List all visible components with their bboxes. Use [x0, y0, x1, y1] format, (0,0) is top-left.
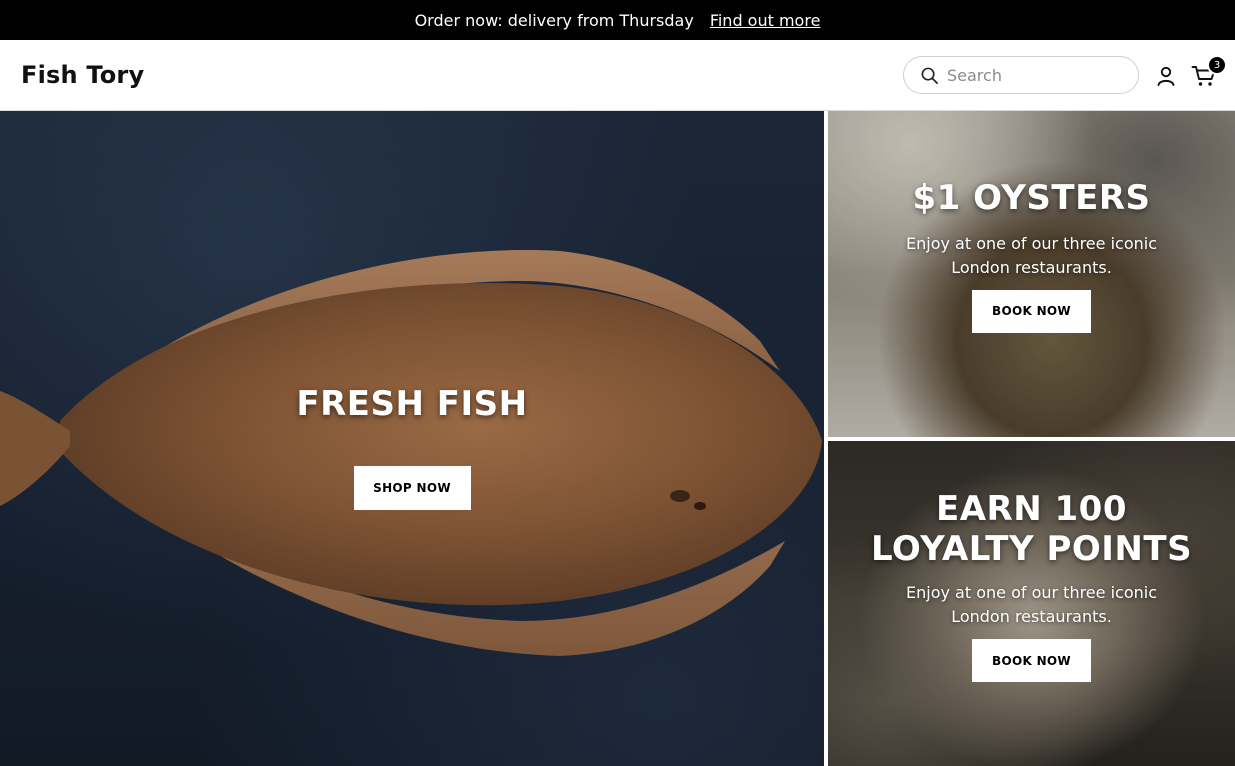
- book-now-loyalty-button[interactable]: BOOK NOW: [972, 639, 1091, 682]
- promo-loyalty-content: EARN 100 LOYALTY POINTS Enjoy at one of …: [828, 441, 1235, 766]
- promo-loyalty[interactable]: EARN 100 LOYALTY POINTS Enjoy at one of …: [828, 441, 1235, 766]
- promo-loyalty-text: Enjoy at one of our three iconic London …: [906, 583, 1157, 626]
- promo-oysters[interactable]: $1 OYSTERS Enjoy at one of our three ico…: [828, 111, 1235, 437]
- site-header: Fish Tory 3: [0, 40, 1235, 111]
- account-icon[interactable]: [1154, 64, 1178, 88]
- shop-now-button[interactable]: SHOP NOW: [353, 465, 471, 510]
- site-logo[interactable]: Fish Tory: [21, 61, 144, 89]
- book-now-oysters-button[interactable]: BOOK NOW: [972, 289, 1091, 333]
- promo-oysters-content: $1 OYSTERS Enjoy at one of our three ico…: [828, 111, 1235, 437]
- hero-fresh-fish[interactable]: FRESH FISH SHOP NOW: [0, 111, 824, 766]
- promo-loyalty-title: EARN 100 LOYALTY POINTS: [870, 489, 1193, 569]
- promo-oysters-title: $1 OYSTERS: [912, 177, 1151, 218]
- search-box[interactable]: [903, 56, 1139, 94]
- search-icon: [921, 67, 938, 84]
- promo-oysters-text: Enjoy at one of our three iconic London …: [906, 233, 1157, 277]
- announcement-bar: Order now: delivery from Thursday Find o…: [0, 0, 1235, 40]
- cart-count-badge: 3: [1207, 55, 1227, 75]
- find-out-more-link[interactable]: Find out more: [710, 11, 821, 30]
- hero-fresh-fish-content: FRESH FISH SHOP NOW: [0, 111, 824, 766]
- announcement-message: Order now: delivery from Thursday: [414, 10, 694, 30]
- hero-fresh-fish-title: FRESH FISH: [296, 383, 528, 424]
- search-input[interactable]: [947, 65, 1127, 85]
